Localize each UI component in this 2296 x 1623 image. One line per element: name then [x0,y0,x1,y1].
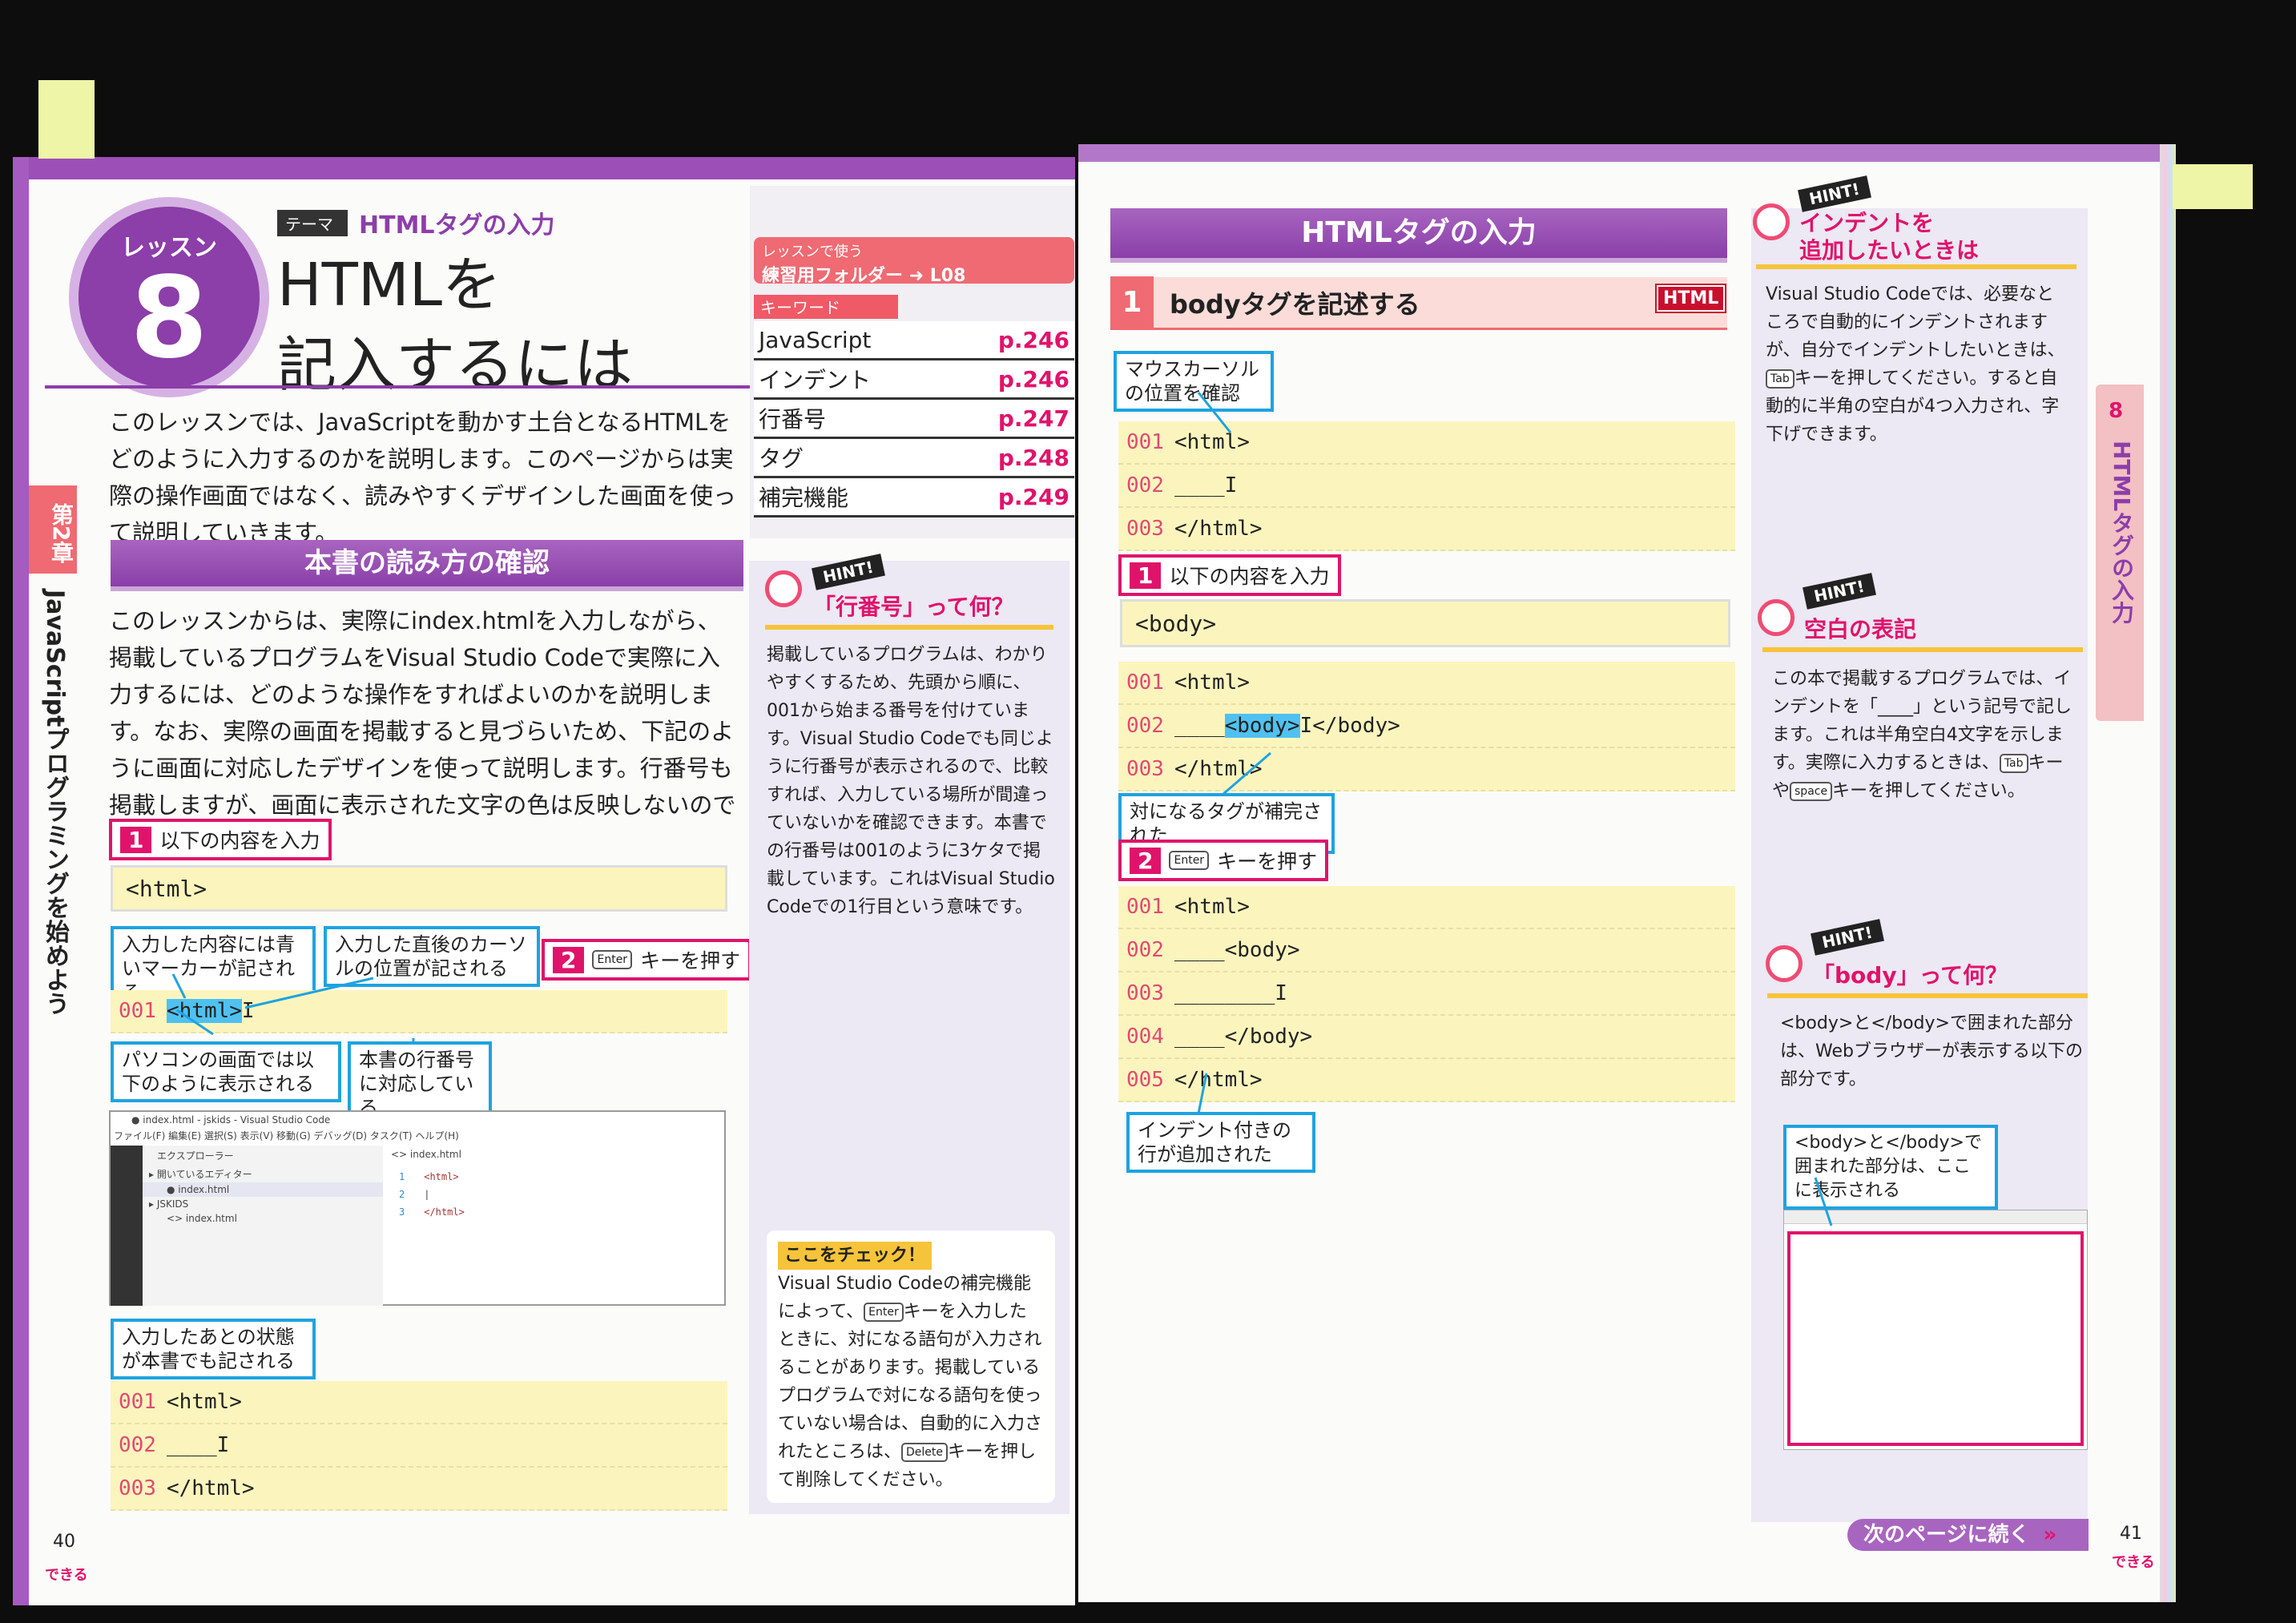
delete-key-icon: Delete [901,1443,949,1462]
hint-title: 「行番号」って何？ [813,594,1014,620]
hint-title-underline [765,625,1053,630]
vscode-title: ● index.html - jskids - Visual Studio Co… [131,1114,331,1126]
code-block-2: 001 <html> 002 ____I 003 </html> [111,1381,727,1511]
footer-logo-right: できる [2112,1554,2155,1571]
check-box: ここをチェック！ Visual Studio Codeの補完機能によって、 Ent… [767,1230,1055,1503]
vscode-screenshot: ● index.html - jskids - Visual Studio Co… [109,1110,726,1306]
code-line: 001 <html> [111,1381,727,1424]
middle-hint-column: HINT! 「行番号」って何？ 掲載しているプログラムは、わかりやすくするため、… [749,554,1069,1514]
hint-bulb-icon [765,570,802,607]
vscode-file: <> index.html [167,1213,237,1224]
footer-logo-left: できる [45,1567,88,1584]
vscode-explorer: エクスプローラー [157,1150,234,1162]
page-edge-stack [2160,144,2176,1602]
page-number-left: 40 [53,1532,75,1552]
vscode-tab: <> index.html [391,1149,461,1160]
hint3-connector [1814,1177,1833,1226]
check-title: ここをチェック！ [778,1242,932,1270]
right-page: HTMLタグの入力 1 bodyタグを記述する HTML マウスカーソルの位置を… [1078,144,2176,1602]
enter-key-icon: Enter [864,1303,904,1322]
vscode-open-editors: ▸ 開いているエディター [149,1169,252,1180]
vscode-activity-bar [111,1146,143,1306]
vscode-folder: ▸ JSKIDS [149,1198,189,1210]
sticky-note-right [2173,164,2253,209]
next-page-link[interactable]: 次のページに続く » [1847,1519,2089,1551]
callout-pc-screen: パソコンの画面では以下のように表示される [111,1041,341,1102]
vscode-menu: ファイル(F) 編集(E) 選択(S) 表示(V) 移動(G) デバッグ(D) … [114,1130,459,1142]
double-chevron-icon: » [2043,1523,2057,1547]
next-page-label: 次のページに続く [1863,1523,2030,1547]
sticky-note-left [38,80,95,159]
page-number-right: 41 [2120,1524,2142,1544]
check-body: Visual Studio Codeの補完機能によって、 Enter キーを入力した… [778,1274,1043,1490]
vscode-sidebar: エクスプローラー ▸ 開いているエディター ● index.html ▸ JSK… [143,1146,383,1306]
vscode-editor: 1 <html> 2 | 3 </html> [399,1171,465,1218]
callout-after: 入力したあとの状態が本書でも記される [111,1319,316,1379]
chapter-side-title: HTMLタグの入力 [2109,441,2135,624]
chapter-side-number: 8 [2109,399,2124,423]
vscode-open-file: ● index.html [143,1182,383,1197]
hint-body: 掲載しているプログラムは、わかりやすくするため、先頭から順に、001から始まる番… [767,645,1055,917]
code-line: 002 ____I [111,1424,727,1468]
code-line: 003 </html> [111,1468,727,1511]
